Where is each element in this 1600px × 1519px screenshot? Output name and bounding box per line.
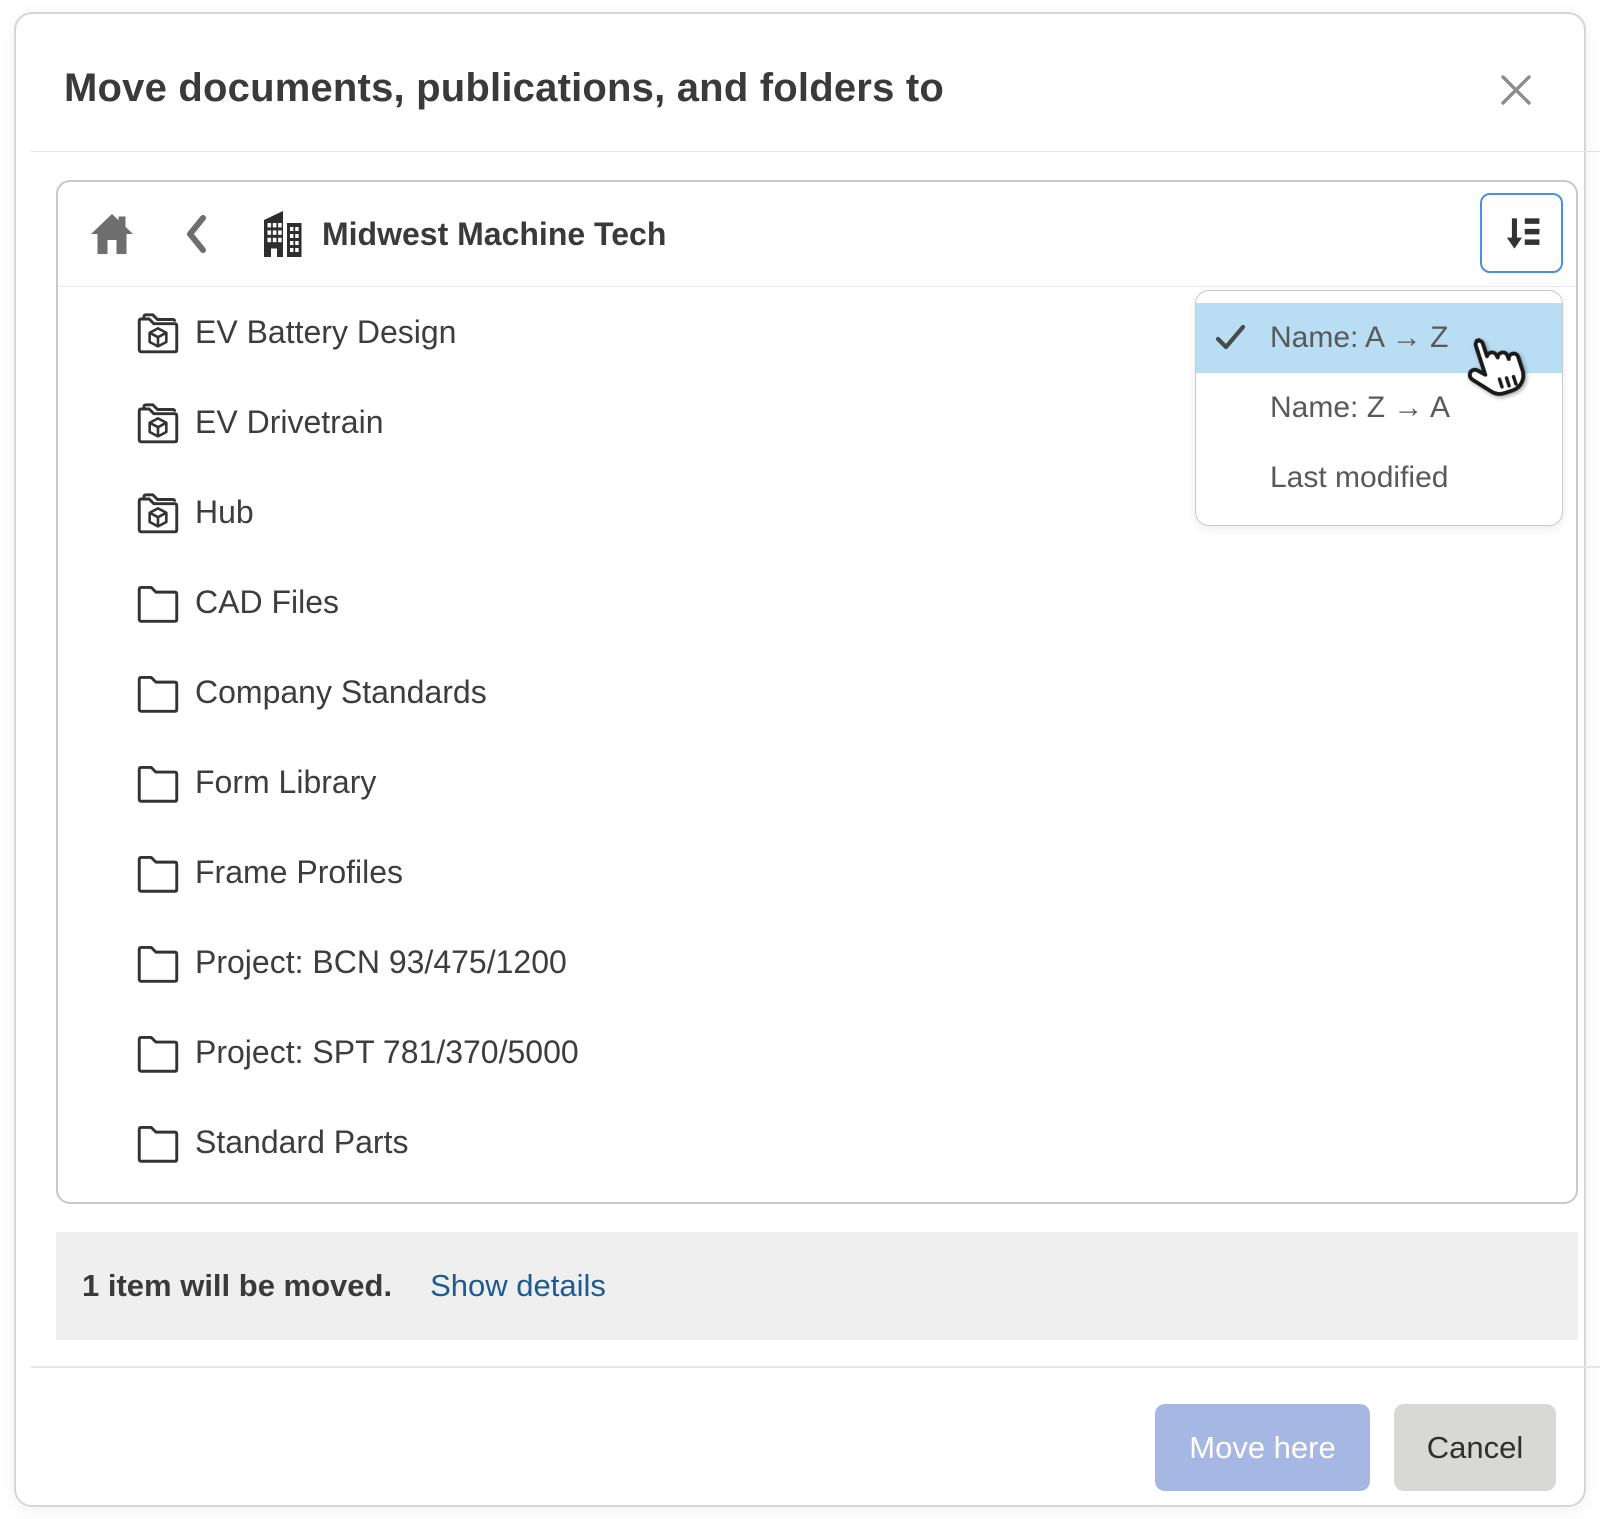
project-folder-icon (133, 487, 183, 537)
item-label: Project: BCN 93/475/1200 (195, 944, 567, 981)
item-label: EV Drivetrain (195, 404, 384, 441)
item-label: CAD Files (195, 584, 339, 621)
current-location-label: Midwest Machine Tech (322, 216, 666, 253)
sort-option[interactable]: Last modified (1196, 443, 1562, 513)
item-label: EV Battery Design (195, 314, 456, 351)
move-dialog: Move documents, publications, and folder… (14, 12, 1586, 1507)
close-button[interactable] (1494, 68, 1538, 112)
folder-icon (133, 1117, 183, 1167)
option-label: Name: Z → A (1270, 391, 1450, 425)
cancel-button[interactable]: Cancel (1394, 1404, 1556, 1491)
folder-row[interactable]: Frame Profiles (133, 827, 1133, 917)
footer-divider (31, 1366, 1600, 1368)
show-details-link[interactable]: Show details (430, 1268, 606, 1304)
folder-icon (133, 937, 183, 987)
folder-row[interactable]: Project: SPT 781/370/5000 (133, 1007, 1133, 1097)
item-label: Form Library (195, 764, 376, 801)
item-label: Standard Parts (195, 1124, 408, 1161)
folder-row[interactable]: Project: BCN 93/475/1200 (133, 917, 1133, 1007)
chevron-left-icon[interactable] (182, 213, 212, 255)
folder-icon (133, 757, 183, 807)
sort-descending-icon (1500, 211, 1544, 255)
option-label: Last modified (1270, 461, 1448, 495)
folder-row[interactable]: CAD Files (133, 557, 1133, 647)
folder-icon (133, 847, 183, 897)
folder-list: EV Battery Design EV Drivetrain Hub CAD … (133, 287, 1133, 1187)
footer-actions: Move here Cancel (16, 1404, 1556, 1491)
item-label: Project: SPT 781/370/5000 (195, 1034, 579, 1071)
item-label: Hub (195, 494, 254, 531)
breadcrumb: Midwest Machine Tech (58, 182, 1576, 287)
option-label: Name: A → Z (1270, 321, 1448, 355)
item-label: Frame Profiles (195, 854, 403, 891)
move-summary: 1 item will be moved. (82, 1268, 392, 1304)
buildings-icon (256, 207, 310, 261)
header-divider (31, 151, 1600, 152)
folder-row[interactable]: EV Battery Design (133, 287, 1133, 377)
folder-row[interactable]: Form Library (133, 737, 1133, 827)
move-here-button[interactable]: Move here (1155, 1404, 1370, 1491)
folder-row[interactable]: Company Standards (133, 647, 1133, 737)
dialog-title: Move documents, publications, and folder… (64, 66, 944, 111)
close-icon (1499, 73, 1533, 107)
status-bar: 1 item will be moved. Show details (56, 1232, 1578, 1340)
folder-icon (133, 577, 183, 627)
folder-icon (133, 1027, 183, 1077)
folder-icon (133, 667, 183, 717)
project-folder-icon (133, 307, 183, 357)
home-icon[interactable] (88, 209, 136, 259)
item-label: Company Standards (195, 674, 487, 711)
checkmark-icon (1214, 323, 1248, 353)
folder-row[interactable]: EV Drivetrain (133, 377, 1133, 467)
sort-button[interactable] (1480, 193, 1563, 273)
folder-row[interactable]: Hub (133, 467, 1133, 557)
folder-row[interactable]: Standard Parts (133, 1097, 1133, 1187)
project-folder-icon (133, 397, 183, 447)
